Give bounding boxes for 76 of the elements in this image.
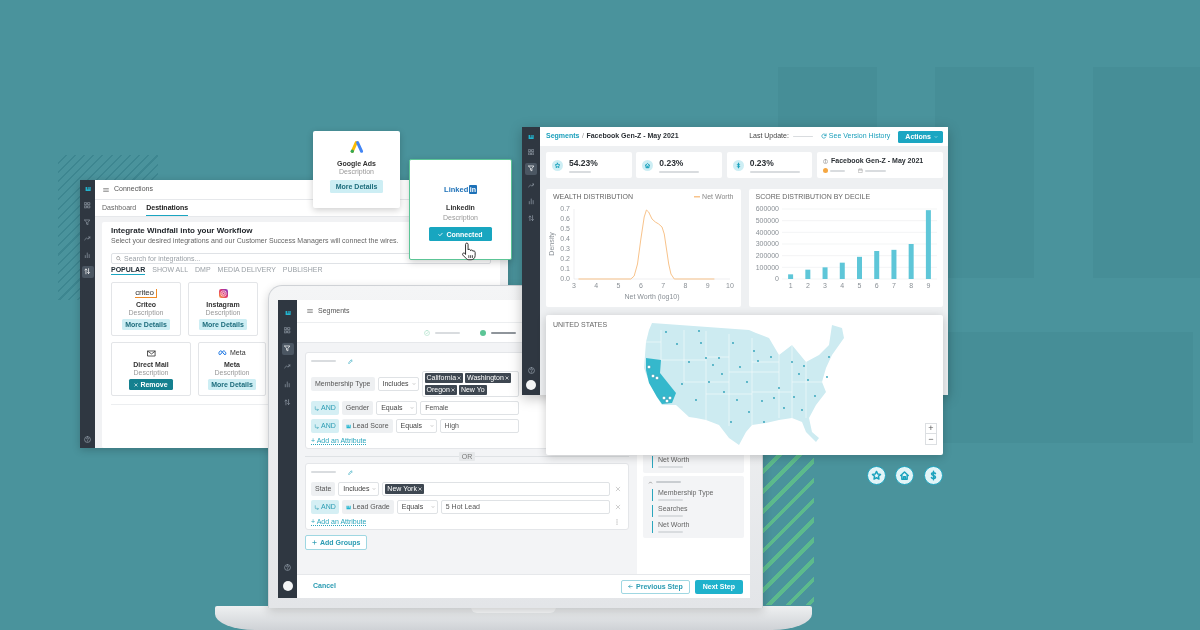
menu-icon[interactable] <box>103 186 109 193</box>
branch-icon <box>314 423 319 429</box>
heading: Integrate Windfall into your Workflow <box>111 226 253 236</box>
bar-chart-icon <box>84 251 91 259</box>
stat-value: 54.23% <box>569 157 598 168</box>
chart-bar <box>873 251 879 279</box>
logo-icon <box>284 310 291 316</box>
zoom-out-button[interactable]: − <box>925 434 937 445</box>
chart-bar <box>890 249 896 279</box>
arrow-left-icon <box>628 584 633 589</box>
refresh-icon <box>820 133 827 140</box>
text-placeholder <box>659 170 700 173</box>
text-placeholder <box>749 170 800 173</box>
triangle-logo-icon <box>348 140 365 154</box>
grid-icon <box>84 202 91 209</box>
chart-bar <box>787 274 793 279</box>
nav-item[interactable] <box>81 265 94 278</box>
avatar[interactable] <box>282 581 293 591</box>
funnel-icon <box>84 218 91 226</box>
menu-icon[interactable] <box>307 308 313 314</box>
avatar[interactable] <box>526 380 536 390</box>
home-icon <box>642 159 654 171</box>
chart-bar <box>839 262 845 279</box>
chart-bar <box>822 267 828 279</box>
chart-bar <box>856 256 862 279</box>
nav-item[interactable] <box>281 342 294 355</box>
nav-item[interactable] <box>525 162 537 175</box>
close-icon <box>134 382 139 387</box>
stat-value: 0.23% <box>659 157 685 168</box>
text-placeholder <box>865 169 886 172</box>
help-icon[interactable] <box>84 436 91 443</box>
pencil-icon[interactable] <box>348 358 353 364</box>
home-icon <box>895 465 914 485</box>
grid-icon <box>284 327 291 334</box>
funnel-icon <box>284 345 291 352</box>
funnel-icon <box>527 165 535 172</box>
help-icon[interactable] <box>527 366 535 374</box>
dollar-icon <box>923 465 943 485</box>
branch-icon <box>314 405 319 411</box>
stat-value: 0.23% <box>749 157 775 168</box>
camera-logo-icon <box>218 288 228 298</box>
info-icon <box>823 158 828 164</box>
logo-wordmark: criteo <box>135 288 157 298</box>
chart-bar <box>804 269 810 279</box>
badge-icon <box>823 168 828 173</box>
transfer-icon <box>284 399 291 406</box>
dollar-icon <box>732 159 744 171</box>
line-chart-icon <box>84 235 91 242</box>
envelope-icon <box>146 348 156 358</box>
infinity-logo-icon <box>218 350 229 356</box>
line-chart-icon <box>527 181 535 189</box>
chart-bar <box>908 244 914 279</box>
grid-icon <box>527 148 535 156</box>
text-placeholder <box>491 331 516 334</box>
text-placeholder <box>435 331 460 334</box>
bar-chart-icon <box>284 381 291 388</box>
text-placeholder <box>792 135 813 138</box>
logo-icon <box>528 134 534 140</box>
search-icon <box>116 256 121 261</box>
star-icon <box>552 159 563 171</box>
logo-icon <box>84 186 91 192</box>
calendar-icon <box>858 168 863 173</box>
bar-chart-icon <box>527 198 535 205</box>
zoom-in-button[interactable]: + <box>925 423 937 434</box>
chart-bar <box>925 210 931 279</box>
caret-icon[interactable] <box>648 479 653 485</box>
text-placeholder <box>830 169 845 172</box>
check-icon <box>438 231 444 237</box>
help-icon[interactable] <box>284 563 291 571</box>
line-chart-icon <box>284 363 291 370</box>
plus-icon <box>312 540 317 545</box>
text-placeholder <box>569 170 591 173</box>
branch-icon <box>314 504 319 510</box>
pencil-icon[interactable] <box>348 469 353 475</box>
transfer-icon <box>84 268 91 275</box>
transfer-icon <box>527 214 535 222</box>
